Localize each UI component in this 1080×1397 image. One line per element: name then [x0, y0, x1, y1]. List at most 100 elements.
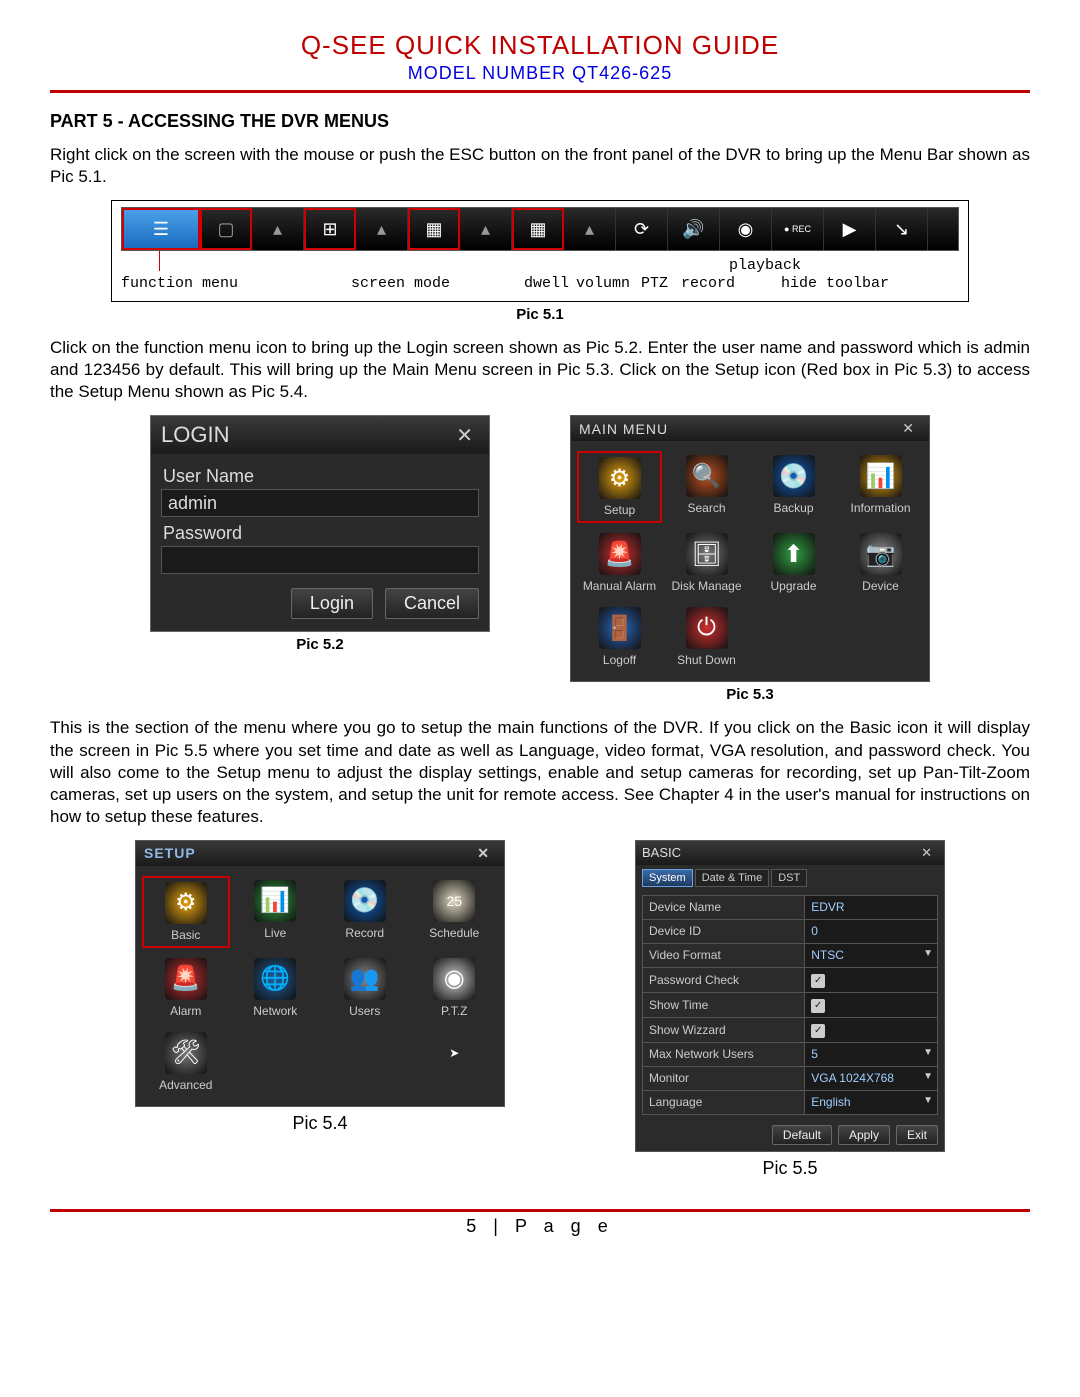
- label-volumn: volumn: [576, 275, 630, 292]
- paragraph-3: This is the section of the menu where yo…: [50, 717, 1030, 827]
- backup-icon: 💿: [773, 455, 815, 497]
- main-menu-item-device[interactable]: 📷Device: [838, 529, 923, 597]
- chevron-down-icon: ▼: [923, 1095, 933, 1106]
- setting-label-password-check: Password Check: [643, 967, 805, 992]
- dwell-button[interactable]: ⟳: [616, 208, 668, 250]
- setup-item-network[interactable]: 🌐Network: [232, 954, 320, 1022]
- setting-label-max-network-users: Max Network Users: [643, 1042, 805, 1066]
- setup-item-advanced[interactable]: 🛠Advanced: [142, 1028, 230, 1096]
- tab-system[interactable]: System: [642, 869, 693, 887]
- main-menu-item-manual-alarm[interactable]: 🚨 Manual Alarm: [577, 529, 662, 597]
- screen-mode-9-up[interactable]: ▴: [460, 208, 512, 250]
- close-icon[interactable]: ✕: [896, 420, 921, 437]
- label-record: record: [681, 275, 735, 292]
- volume-button[interactable]: 🔊: [668, 208, 720, 250]
- basic-title: BASIC: [642, 845, 681, 860]
- setting-value-video-format[interactable]: NTSC▼: [805, 943, 938, 967]
- speaker-icon: 🔊: [682, 219, 704, 240]
- main-menu-item-disk-manage[interactable]: 🗄Disk Manage: [664, 529, 749, 597]
- schedule-icon: 25: [433, 880, 475, 922]
- main-menu-item-search[interactable]: 🔍Search: [664, 451, 749, 523]
- main-menu-title: MAIN MENU: [579, 421, 668, 437]
- menu-item-label: Manual Alarm: [577, 579, 662, 593]
- setting-value-show-wizzard[interactable]: ✓: [805, 1017, 938, 1042]
- function-menu-button[interactable]: ☰: [122, 208, 200, 250]
- setup-title: SETUP: [144, 845, 196, 861]
- hide-toolbar-button[interactable]: ↘: [876, 208, 928, 250]
- close-icon[interactable]: ✕: [450, 423, 479, 448]
- menu-item-label: Live: [232, 926, 320, 940]
- screen-mode-4-up[interactable]: ▴: [356, 208, 408, 250]
- shut-down-icon: ⏻: [686, 607, 728, 649]
- menu-icon: ☰: [153, 219, 169, 240]
- label-ptz: PTZ: [641, 275, 668, 292]
- cancel-button[interactable]: Cancel: [385, 588, 479, 619]
- play-icon: ▶: [843, 219, 857, 240]
- tab-date-time[interactable]: Date & Time: [695, 869, 770, 887]
- menu-item-label: Logoff: [577, 653, 662, 667]
- ptz-icon: ◉: [433, 958, 475, 1000]
- setup-item-record[interactable]: 💿Record: [321, 876, 409, 948]
- password-input[interactable]: [161, 546, 479, 574]
- setup-item-ptz[interactable]: ◉P.T.Z: [411, 954, 499, 1022]
- manual-alarm-icon: 🚨: [599, 533, 641, 575]
- header-rule: [50, 90, 1030, 93]
- paragraph-1: Right click on the screen with the mouse…: [50, 144, 1030, 188]
- login-button[interactable]: Login: [291, 588, 373, 619]
- doc-title: Q-SEE QUICK INSTALLATION GUIDE: [50, 30, 1030, 61]
- figure-5-1: ☰ ▢ ▴ ⊞ ▴ ▦ ▴ ▦ ▴ ⟳ 🔊 ◉ ● REC ▶ ↘ functi…: [111, 200, 969, 302]
- user-name-input[interactable]: admin: [161, 489, 479, 517]
- alarm-icon: 🚨: [165, 958, 207, 1000]
- ptz-button[interactable]: ◉: [720, 208, 772, 250]
- main-menu-item-shut-down[interactable]: ⏻Shut Down: [664, 603, 749, 671]
- figure-5-3: MAIN MENU ✕ ⚙Setup🔍Search💿Backup📊Informa…: [570, 415, 930, 703]
- setup-item-live[interactable]: 📊Live: [232, 876, 320, 948]
- logoff-icon: 🚪: [599, 607, 641, 649]
- upgrade-icon: ⬆: [773, 533, 815, 575]
- setup-item-alarm[interactable]: 🚨Alarm: [142, 954, 230, 1022]
- setting-value-password-check[interactable]: ✓: [805, 967, 938, 992]
- setup-item-users[interactable]: 👥Users: [321, 954, 409, 1022]
- disk-manage-icon: 🗄: [686, 533, 728, 575]
- screen-mode-4[interactable]: ⊞: [304, 208, 356, 250]
- main-menu-item-upgrade[interactable]: ⬆Upgrade: [751, 529, 836, 597]
- menu-item-label: Schedule: [411, 926, 499, 940]
- playback-button[interactable]: ▶: [824, 208, 876, 250]
- screen-mode-16[interactable]: ▦: [512, 208, 564, 250]
- setup-item-schedule[interactable]: 25 Schedule: [411, 876, 499, 948]
- setting-value-show-time[interactable]: ✓: [805, 992, 938, 1017]
- close-icon[interactable]: ✕: [471, 845, 496, 862]
- checkbox-icon: ✓: [811, 974, 825, 988]
- setting-value-device-id[interactable]: 0: [805, 919, 938, 943]
- menu-item-label: Advanced: [142, 1078, 230, 1092]
- setting-label-show-time: Show Time: [643, 992, 805, 1017]
- screen-mode-1-up[interactable]: ▴: [252, 208, 304, 250]
- setting-value-max-network-users[interactable]: 5▼: [805, 1042, 938, 1066]
- screen-mode-9[interactable]: ▦: [408, 208, 460, 250]
- setting-value-monitor[interactable]: VGA 1024X768▼: [805, 1066, 938, 1090]
- exit-button[interactable]: Exit: [896, 1125, 938, 1145]
- screen-mode-1[interactable]: ▢: [200, 208, 252, 250]
- setting-value-device-name[interactable]: EDVR: [805, 895, 938, 919]
- main-menu-item-logoff[interactable]: 🚪 Logoff: [577, 603, 662, 671]
- tab-dst[interactable]: DST: [771, 869, 807, 887]
- main-menu-item-setup[interactable]: ⚙Setup: [577, 451, 662, 523]
- default-button[interactable]: Default: [772, 1125, 832, 1145]
- label-hide-toolbar: hide toolbar: [781, 275, 889, 292]
- caption-5-4: Pic 5.4: [135, 1113, 505, 1134]
- record-button[interactable]: ● REC: [772, 208, 824, 250]
- close-icon[interactable]: ✕: [915, 845, 938, 861]
- setup-item-basic[interactable]: ⚙Basic: [142, 876, 230, 948]
- screen-mode-16-up[interactable]: ▴: [564, 208, 616, 250]
- label-screen-mode: screen mode: [351, 275, 450, 292]
- menu-item-label: Network: [232, 1004, 320, 1018]
- setting-label-show-wizzard: Show Wizzard: [643, 1017, 805, 1042]
- apply-button[interactable]: Apply: [838, 1125, 890, 1145]
- main-menu-item-information[interactable]: 📊Information: [838, 451, 923, 523]
- setting-value-language[interactable]: English▼: [805, 1090, 938, 1114]
- main-menu-item-backup[interactable]: 💿Backup: [751, 451, 836, 523]
- chevron-down-icon: ▼: [923, 948, 933, 959]
- setting-label-video-format: Video Format: [643, 943, 805, 967]
- label-dwell: dwell: [524, 275, 569, 292]
- menu-item-label: Information: [838, 501, 923, 515]
